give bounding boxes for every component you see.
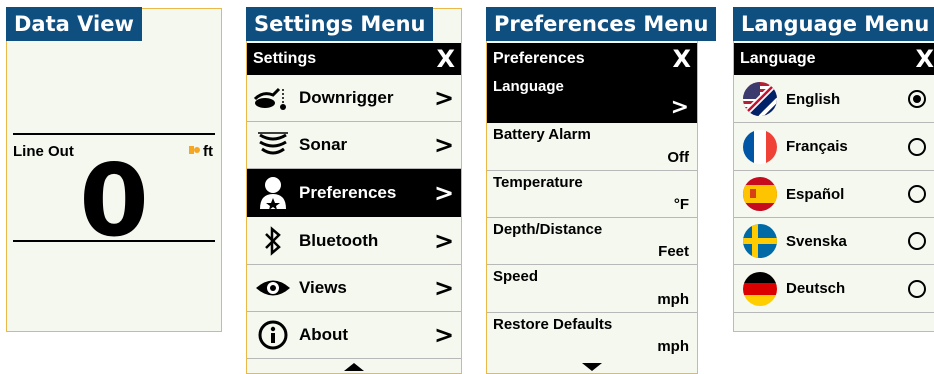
sonar-icon	[247, 131, 299, 159]
menu-item-label: Downrigger	[299, 88, 394, 107]
close-button[interactable]: X	[915, 47, 934, 71]
radio-unselected[interactable]	[908, 137, 926, 156]
menu-item-label: Sonar	[299, 135, 348, 154]
line-out-value: 0	[79, 142, 149, 259]
language-menu-tab: Language Menu	[733, 7, 934, 41]
preferences-header: Preferences X	[487, 43, 697, 75]
settings-header-title: Settings	[253, 50, 317, 67]
close-button[interactable]: X	[672, 47, 691, 71]
germany-flag-icon	[734, 271, 786, 307]
pref-label: Speed	[493, 268, 539, 285]
pref-temperature[interactable]: Temperature °F	[487, 171, 697, 218]
menu-item-about[interactable]: About >	[247, 312, 461, 359]
scroll-up-icon[interactable]	[344, 363, 364, 371]
pref-restore-defaults[interactable]: Restore Defaults mph	[487, 313, 697, 359]
pref-value: °F	[673, 196, 689, 213]
menu-item-preferences[interactable]: Preferences >	[247, 169, 461, 217]
france-flag-icon	[734, 129, 786, 165]
radio-unselected[interactable]	[908, 232, 926, 250]
pref-value: mph	[657, 338, 689, 355]
language-option-english[interactable]: English	[734, 76, 934, 123]
menu-item-downrigger[interactable]: Downrigger >	[247, 75, 461, 122]
menu-item-label: Bluetooth	[299, 230, 379, 250]
menu-item-label: Preferences	[299, 182, 397, 202]
radio-unselected[interactable]	[908, 185, 926, 203]
language-option-espanol[interactable]: Español	[734, 171, 934, 218]
data-view-tab: Data View	[6, 7, 142, 41]
pref-label: Battery Alarm	[493, 126, 591, 143]
pref-label: Language	[493, 78, 564, 95]
pref-label: Restore Defaults	[493, 316, 613, 333]
chevron-right-icon: >	[433, 84, 455, 112]
language-label: Deutsch	[786, 280, 846, 297]
chevron-right-icon: >	[433, 178, 455, 207]
data-view-screen: Line Out ft 0	[6, 8, 222, 332]
settings-menu-tab: Settings Menu	[246, 7, 434, 41]
bluetooth-icon	[247, 225, 299, 257]
preferences-menu-tab: Preferences Menu	[486, 7, 717, 41]
settings-header: Settings X	[247, 43, 461, 75]
pref-label: Depth/Distance	[493, 221, 603, 238]
pref-speed[interactable]: Speed mph	[487, 265, 697, 313]
chevron-right-icon: >	[433, 321, 455, 349]
info-icon	[247, 320, 299, 350]
menu-item-label: Views	[299, 278, 347, 297]
close-button[interactable]: X	[436, 47, 455, 71]
pref-value: Feet	[658, 243, 689, 260]
pref-value: Off	[667, 149, 689, 166]
chevron-right-icon: >	[433, 131, 455, 159]
chevron-right-icon: >	[433, 226, 455, 255]
chevron-right-icon: >	[433, 274, 455, 302]
preferences-menu-screen: Preferences X Language > Battery Alarm O…	[486, 8, 698, 374]
eye-icon	[247, 277, 299, 299]
language-header-title: Language	[740, 50, 816, 67]
pref-depth-distance[interactable]: Depth/Distance Feet	[487, 218, 697, 265]
language-label: English	[786, 90, 841, 108]
radio-unselected[interactable]	[908, 279, 926, 298]
pref-label: Temperature	[493, 174, 583, 191]
downrigger-icon	[247, 85, 299, 111]
user-star-icon	[247, 176, 299, 210]
menu-item-views[interactable]: Views >	[247, 265, 461, 312]
language-option-francais[interactable]: Français	[734, 123, 934, 171]
us-uk-flag-icon	[734, 81, 786, 117]
language-label: Español	[786, 185, 845, 203]
scroll-down-icon[interactable]	[582, 363, 602, 371]
menu-item-sonar[interactable]: Sonar >	[247, 122, 461, 169]
language-option-deutsch[interactable]: Deutsch	[734, 265, 934, 313]
settings-menu-screen: Settings X Downrigger > Sonar > Preferen…	[246, 8, 462, 374]
menu-item-label: About	[299, 325, 349, 344]
language-header: Language X	[734, 43, 934, 75]
top-rule	[13, 133, 215, 135]
preferences-header-title: Preferences	[493, 50, 585, 67]
sweden-flag-icon	[734, 223, 786, 259]
chevron-right-icon: >	[670, 95, 689, 120]
bottom-rule	[13, 240, 215, 242]
pref-language[interactable]: Language >	[487, 75, 697, 123]
pref-value: mph	[657, 291, 689, 308]
language-option-svenska[interactable]: Svenska	[734, 218, 934, 265]
language-menu-screen: Language X English Français Español Sven…	[733, 8, 934, 332]
pref-battery-alarm[interactable]: Battery Alarm Off	[487, 123, 697, 171]
language-label: Svenska	[786, 232, 847, 250]
menu-item-bluetooth[interactable]: Bluetooth >	[247, 217, 461, 265]
radio-selected[interactable]	[908, 90, 926, 108]
language-label: Français	[786, 138, 848, 155]
spain-flag-icon	[734, 176, 786, 212]
